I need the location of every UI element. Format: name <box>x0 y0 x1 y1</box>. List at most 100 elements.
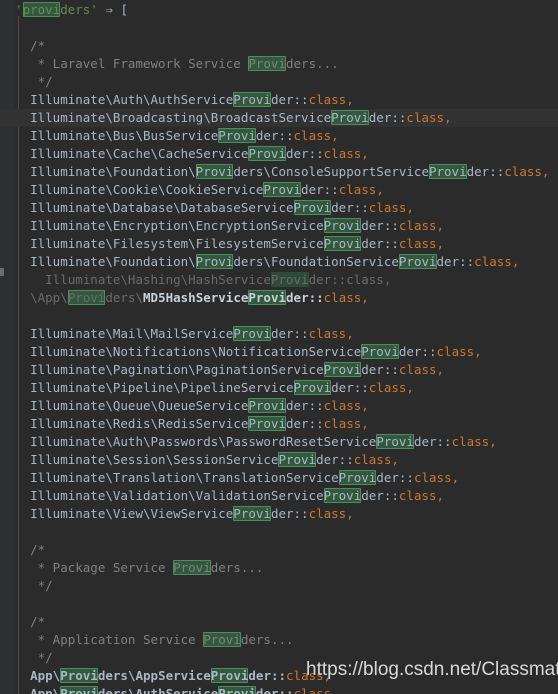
line-notification-service-provider[interactable]: Illuminate\Notifications\NotificationSer… <box>0 343 558 361</box>
code-token: /* <box>0 38 46 53</box>
search-match: Provi <box>278 452 317 467</box>
line-password-reset-service-provider[interactable]: Illuminate\Auth\Passwords\PasswordResetS… <box>0 433 558 451</box>
code-token: der:: <box>436 254 475 269</box>
line-hash-service-provider-disabled[interactable]: Illuminate\Hashing\HashServiceProvider::… <box>0 271 558 289</box>
code-token: Illuminate\Mail\MailService <box>0 326 234 341</box>
line-encryption-service-provider[interactable]: Illuminate\Encryption\EncryptionServiceP… <box>0 217 558 235</box>
line-translation-service-provider[interactable]: Illuminate\Translation\TranslationServic… <box>0 469 558 487</box>
code-token: ders... <box>286 56 339 71</box>
line-cookie-service-provider[interactable]: Illuminate\Cookie\CookieServiceProvider:… <box>0 181 558 199</box>
line-view-service-provider[interactable]: Illuminate\View\ViewServiceProvider::cla… <box>0 505 558 523</box>
code-token: , <box>361 416 369 431</box>
code-token: Illuminate\Pagination\PaginationService <box>0 362 324 377</box>
code-token: der:: <box>398 344 437 359</box>
line-pipeline-service-provider[interactable]: Illuminate\Pipeline\PipelineServiceProvi… <box>0 379 558 397</box>
line-comment-package[interactable]: * Package Service Providers... <box>0 559 558 577</box>
code-token: der:: <box>413 434 452 449</box>
search-match: Provi <box>233 92 271 107</box>
code-token: class <box>323 290 362 305</box>
code-token: App\ <box>0 686 61 694</box>
line-mail-service-provider[interactable]: Illuminate\Mail\MailServiceProvider::cla… <box>0 325 558 343</box>
line-blank-2[interactable] <box>0 307 558 325</box>
code-token: * Package Service <box>0 560 174 575</box>
code-token: class <box>368 380 407 395</box>
code-token: der:: <box>361 488 399 503</box>
code-token: */ <box>0 74 53 89</box>
search-match: Provi <box>323 236 362 251</box>
search-match: Provi <box>293 380 332 395</box>
line-comment-open-1[interactable]: /* <box>0 37 558 55</box>
search-match: Provi <box>248 56 286 71</box>
code-token: ⇒ [ <box>97 2 128 17</box>
code-token: , <box>436 218 445 233</box>
code-token: class <box>293 686 332 694</box>
code-token: Illuminate\Pipeline\PipelineService <box>0 380 294 395</box>
code-token: der:: <box>286 290 324 305</box>
line-pagination-service-provider[interactable]: Illuminate\Pagination\PaginationServiceP… <box>0 361 558 379</box>
line-blank-3[interactable] <box>0 523 558 541</box>
code-token: Illuminate\Database\DatabaseService <box>0 200 294 215</box>
line-comment-open-2[interactable]: /* <box>0 541 558 559</box>
line-cache-service-provider[interactable]: Illuminate\Cache\CacheServiceProvider::c… <box>0 145 558 163</box>
line-providers-key[interactable]: 'providers' ⇒ [ <box>0 1 558 19</box>
code-token: App\ <box>0 668 61 683</box>
code-token: Illuminate\Session\SessionService <box>0 452 279 467</box>
code-token: der:: <box>270 326 309 341</box>
search-match: Provi <box>338 470 377 485</box>
line-bus-service-provider[interactable]: Illuminate\Bus\BusServiceProvider::class… <box>0 127 558 145</box>
code-token: , <box>436 362 445 377</box>
search-match: Provi <box>323 362 362 377</box>
code-token: Illuminate\Encryption\EncryptionService <box>0 218 324 233</box>
search-match: Provi <box>248 416 286 431</box>
line-redis-service-provider[interactable]: Illuminate\Redis\RedisServiceProvider::c… <box>0 415 558 433</box>
line-database-service-provider[interactable]: Illuminate\Database\DatabaseServiceProvi… <box>0 199 558 217</box>
search-match: Provi <box>428 164 467 179</box>
code-token: der:: <box>376 470 414 485</box>
code-token: Illuminate\Notifications\NotificationSer… <box>0 344 362 359</box>
code-token: Illuminate\Foundation\ <box>0 254 196 269</box>
line-broadcast-service-provider[interactable]: Illuminate\Broadcasting\BroadcastService… <box>0 109 558 127</box>
line-filesystem-service-provider[interactable]: Illuminate\Filesystem\FilesystemServiceP… <box>0 235 558 253</box>
code-editor[interactable]: 'providers' ⇒ [ /* * Laravel Framework S… <box>0 0 558 694</box>
line-app-auth-service-provider[interactable]: App\Providers\AuthServiceProvider::class… <box>0 685 558 694</box>
line-md5-hash-service-provider[interactable]: \App\Providers\MD5HashServiceProvider::c… <box>0 289 558 307</box>
code-token: ' <box>15 2 23 17</box>
code-token: class <box>323 416 362 431</box>
code-token: class <box>323 146 362 161</box>
code-token: , <box>511 254 520 269</box>
line-foundation-service-provider[interactable]: Illuminate\Foundation\Providers\Foundati… <box>0 253 558 271</box>
line-comment-close-2[interactable]: */ <box>0 577 558 595</box>
code-token: , <box>331 128 339 143</box>
line-validation-service-provider[interactable]: Illuminate\Validation\ValidationServiceP… <box>0 487 558 505</box>
line-session-service-provider[interactable]: Illuminate\Session\SessionServiceProvide… <box>0 451 558 469</box>
code-token: Illuminate\Broadcasting\BroadcastService <box>0 110 332 125</box>
line-comment-laravel[interactable]: * Laravel Framework Service Providers... <box>0 55 558 73</box>
search-match: Provi <box>60 668 98 683</box>
code-token: class <box>368 200 407 215</box>
code-token: class <box>308 326 347 341</box>
search-match: Provi <box>293 200 332 215</box>
line-blank-4[interactable] <box>0 595 558 613</box>
code-token: Illuminate\Auth\Passwords\PasswordResetS… <box>0 434 377 449</box>
code-token: , <box>346 92 354 107</box>
line-console-support-service-provider[interactable]: Illuminate\Foundation\Providers\ConsoleS… <box>0 163 558 181</box>
code-token: Illuminate\Filesystem\FilesystemService <box>0 236 324 251</box>
line-comment-close-1[interactable]: */ <box>0 73 558 91</box>
code-token: class <box>398 236 437 251</box>
line-queue-service-provider[interactable]: Illuminate\Queue\QueueServiceProvider::c… <box>0 397 558 415</box>
code-token: ders... <box>240 632 294 647</box>
code-token: class <box>323 398 362 413</box>
code-token: der:: <box>270 92 309 107</box>
line-blank-1[interactable] <box>0 19 558 37</box>
code-token: , <box>331 686 339 694</box>
code-token: */ <box>0 650 53 665</box>
line-comment-open-3[interactable]: /* <box>0 613 558 631</box>
code-token: der:: <box>255 686 294 694</box>
code-token: der:: <box>301 182 339 197</box>
search-match: Provi <box>398 254 437 269</box>
code-token: , <box>436 488 445 503</box>
code-content[interactable]: 'providers' ⇒ [ /* * Laravel Framework S… <box>0 0 558 694</box>
line-comment-application[interactable]: * Application Service Providers... <box>0 631 558 649</box>
line-auth-service-provider[interactable]: Illuminate\Auth\AuthServiceProvider::cla… <box>0 91 558 109</box>
